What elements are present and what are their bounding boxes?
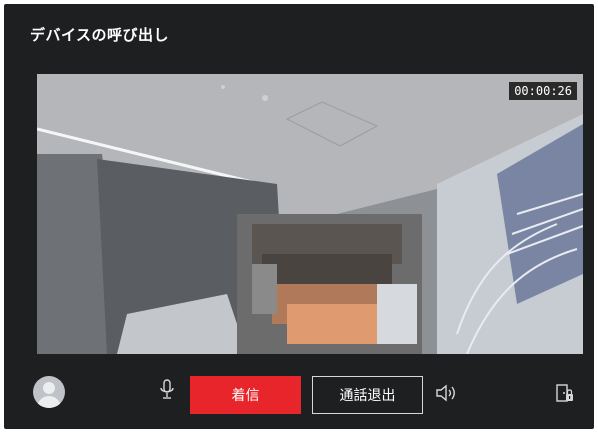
call-timer: 00:00:26 [509,82,577,100]
door-unlock-icon[interactable] [556,383,574,403]
answer-button[interactable]: 着信 [190,376,301,414]
microphone-icon[interactable] [158,378,176,402]
camera-image [37,74,583,354]
call-dialog: デバイスの呼び出し 00:00:26 着信 通話退出 [4,4,594,429]
video-feed: 00:00:26 [37,74,583,354]
dialog-title: デバイスの呼び出し [30,26,170,44]
speaker-icon[interactable] [435,383,457,403]
call-controls: 着信 通話退出 [4,356,594,429]
hangup-button[interactable]: 通話退出 [312,376,423,414]
user-avatar-icon [33,376,65,408]
